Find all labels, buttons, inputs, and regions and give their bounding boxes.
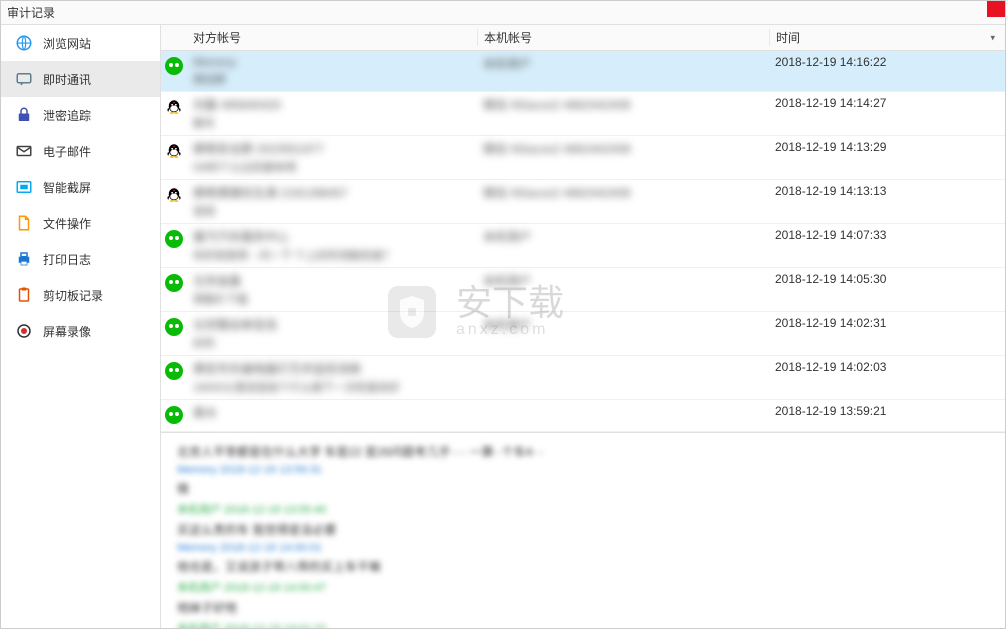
wechat-icon bbox=[165, 362, 183, 380]
qq-icon bbox=[165, 98, 183, 116]
row-time: 2018-12-19 14:13:13 bbox=[769, 184, 1005, 198]
peer-account: 摩根安全群·20235519775/8时个公云防御本明 bbox=[187, 140, 477, 175]
chat-meta: 本机用户 2018-12-19 14:01:22 bbox=[177, 620, 989, 628]
wechat-icon bbox=[165, 274, 183, 292]
peer-account: 北世金鑫预图片下载 bbox=[187, 272, 477, 307]
chat-meta: 本机用户 2018-12-19 13:55:40 bbox=[177, 501, 989, 517]
local-account: 微信·NSacos2·4662442408 bbox=[477, 96, 769, 113]
sidebar: 浏览网站即时通讯泄密追踪电子邮件智能截屏文件操作打印日志剪切板记录屏幕录像 bbox=[1, 25, 161, 628]
sidebar-item-label: 屏幕录像 bbox=[43, 323, 91, 340]
row-time: 2018-12-19 14:02:31 bbox=[769, 316, 1005, 330]
local-account: 本机用户 bbox=[477, 228, 769, 245]
titlebar: 审计记录 bbox=[1, 1, 1005, 25]
table-row[interactable]: 北世金鑫预图片下载本机用户2018-12-19 14:05:30 bbox=[161, 268, 1005, 312]
chat-detail-panel: 北世人平常都是在什么大学 车是22 是26问题考几乎···· 一算··个车4··… bbox=[161, 432, 1005, 628]
chat-message: 他也是，又说孩子带八带的买上车干嘛 bbox=[177, 558, 989, 575]
mail-icon bbox=[15, 142, 33, 160]
wechat-icon bbox=[165, 57, 183, 75]
local-account: 微信·NSacos2·4662442408 bbox=[477, 140, 769, 157]
sidebar-item-label: 智能截屏 bbox=[43, 179, 91, 196]
close-button[interactable] bbox=[987, 1, 1005, 17]
table-header: 对方帐号 本机帐号 时间 ▾ bbox=[161, 25, 1005, 51]
chat-meta: Memory 2018-12-19 14:00:01 bbox=[177, 542, 989, 554]
table-row[interactable]: 北世整幼单变选好的本机用户2018-12-19 14:02:31 bbox=[161, 312, 1005, 356]
sidebar-item-chat[interactable]: 即时通讯 bbox=[1, 61, 160, 97]
chat-message: 微 bbox=[177, 480, 989, 497]
table-row[interactable]: 刘露·495840420聊天微信·NSacos2·46624424082018-… bbox=[161, 92, 1005, 136]
row-time: 2018-12-19 14:14:27 bbox=[769, 96, 1005, 110]
chat-message: 买这么贵的车 我觉得是没必要 bbox=[177, 521, 989, 538]
qq-icon bbox=[165, 142, 183, 160]
peer-account: 摩根便捷优生源·2181288457官网 bbox=[187, 184, 477, 219]
peer-account: 刘露·495840420聊天 bbox=[187, 96, 477, 131]
row-time: 2018-12-19 13:59:21 bbox=[769, 404, 1005, 418]
local-account: 本机用户 bbox=[477, 316, 769, 333]
wechat-icon bbox=[165, 406, 183, 424]
table-body: Memory微信群本机用户2018-12-19 14:16:22刘露·49584… bbox=[161, 51, 1005, 432]
globe-icon bbox=[15, 34, 33, 52]
table-row[interactable]: 黄宏市东编电器灯艺并监验消爽18000公里适宜给个什么做下一次检查尚好 2018-… bbox=[161, 356, 1005, 400]
row-time: 2018-12-19 14:16:22 bbox=[769, 55, 1005, 69]
qq-icon bbox=[165, 186, 183, 204]
peer-account: 黄宏市东编电器灯艺并监验消爽18000公里适宜给个什么做下一次检查尚好 bbox=[187, 360, 477, 395]
wechat-icon bbox=[165, 318, 183, 336]
sidebar-item-label: 文件操作 bbox=[43, 215, 91, 232]
window-title: 审计记录 bbox=[7, 4, 55, 21]
sidebar-item-label: 电子邮件 bbox=[43, 143, 91, 160]
sidebar-item-printer[interactable]: 打印日志 bbox=[1, 241, 160, 277]
table-row[interactable]: Memory微信群本机用户2018-12-19 14:16:22 bbox=[161, 51, 1005, 92]
peer-account: Memory微信群 bbox=[187, 55, 477, 87]
column-peer[interactable]: 对方帐号 bbox=[187, 29, 477, 46]
sidebar-item-label: 打印日志 bbox=[43, 251, 91, 268]
chat-message: 他妹子好他 bbox=[177, 599, 989, 616]
table-row[interactable]: 乘木 2018-12-19 13:59:21 bbox=[161, 400, 1005, 432]
local-account: 本机用户 bbox=[477, 55, 769, 72]
sidebar-item-label: 浏览网站 bbox=[43, 35, 91, 52]
record-icon bbox=[15, 322, 33, 340]
column-local[interactable]: 本机帐号 bbox=[477, 29, 769, 46]
column-time[interactable]: 时间 ▾ bbox=[769, 29, 1005, 46]
printer-icon bbox=[15, 250, 33, 268]
clipboard-icon bbox=[15, 286, 33, 304]
sidebar-item-mail[interactable]: 电子邮件 bbox=[1, 133, 160, 169]
local-account: 微信·NSacos2·4662442408 bbox=[477, 184, 769, 201]
table-row[interactable]: 摩根便捷优生源·2181288457官网微信·NSacos2·466244240… bbox=[161, 180, 1005, 224]
row-time: 2018-12-19 14:02:03 bbox=[769, 360, 1005, 374]
sidebar-item-label: 泄密追踪 bbox=[43, 107, 91, 124]
screenshot-icon bbox=[15, 178, 33, 196]
row-time: 2018-12-19 14:07:33 bbox=[769, 228, 1005, 242]
table-row[interactable]: 摩根安全群·20235519775/8时个公云防御本明微信·NSacos2·46… bbox=[161, 136, 1005, 180]
sidebar-item-file[interactable]: 文件操作 bbox=[1, 205, 160, 241]
chat-icon bbox=[15, 70, 33, 88]
row-time: 2018-12-19 14:13:29 bbox=[769, 140, 1005, 154]
local-account: 本机用户 bbox=[477, 272, 769, 289]
sort-descending-icon: ▾ bbox=[990, 32, 995, 43]
lock-icon bbox=[15, 106, 33, 124]
wechat-icon bbox=[165, 230, 183, 248]
sidebar-item-globe[interactable]: 浏览网站 bbox=[1, 25, 160, 61]
sidebar-item-clipboard[interactable]: 剪切板记录 bbox=[1, 277, 160, 313]
sidebar-item-record[interactable]: 屏幕录像 bbox=[1, 313, 160, 349]
chat-meta: Memory 2018-12-19 13:59:31 bbox=[177, 464, 989, 476]
row-time: 2018-12-19 14:05:30 bbox=[769, 272, 1005, 286]
peer-account: 北世整幼单变选好的 bbox=[187, 316, 477, 351]
peer-account: 重汽汽车服务中心你好就是想···问一下 个上好的测能检查？ bbox=[187, 228, 477, 263]
sidebar-item-label: 剪切板记录 bbox=[43, 287, 103, 304]
sidebar-item-screenshot[interactable]: 智能截屏 bbox=[1, 169, 160, 205]
chat-meta: 本机用户 2018-12-19 14:00:47 bbox=[177, 579, 989, 595]
sidebar-item-label: 即时通讯 bbox=[43, 71, 91, 88]
peer-account: 乘木 bbox=[187, 404, 477, 421]
sidebar-item-lock[interactable]: 泄密追踪 bbox=[1, 97, 160, 133]
file-icon bbox=[15, 214, 33, 232]
table-row[interactable]: 重汽汽车服务中心你好就是想···问一下 个上好的测能检查？本机用户2018-12… bbox=[161, 224, 1005, 268]
